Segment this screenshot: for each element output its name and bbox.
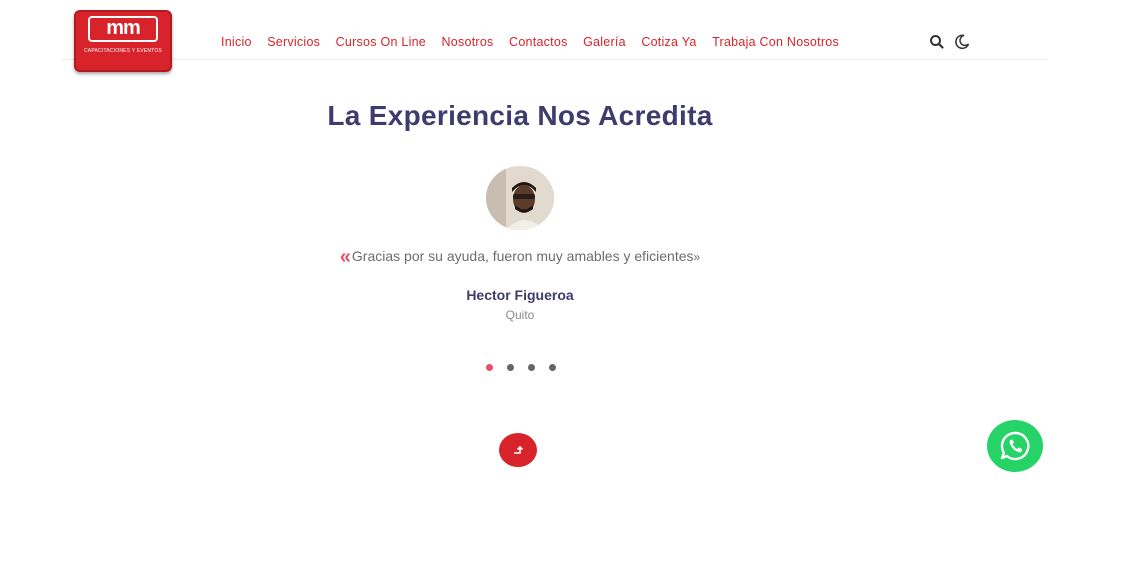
quote-close-icon: » bbox=[693, 250, 701, 264]
nav-item-contactos[interactable]: Contactos bbox=[509, 35, 568, 49]
logo-tagline: CAPACITACIONES Y EVENTOS bbox=[84, 48, 162, 54]
logo-mark: mm bbox=[88, 16, 158, 42]
testimonial-quote: «Gracias por su ayuda, fueron muy amable… bbox=[0, 246, 1040, 269]
nav-item-nosotros[interactable]: Nosotros bbox=[442, 35, 494, 49]
section-title: La Experiencia Nos Acredita bbox=[327, 100, 713, 131]
carousel-dot-4[interactable] bbox=[549, 364, 556, 371]
testimonial-author: Hector Figueroa bbox=[466, 287, 574, 303]
nav-item-servicios[interactable]: Servicios bbox=[267, 35, 320, 49]
main-nav: Inicio Servicios Cursos On Line Nosotros… bbox=[221, 33, 854, 51]
arrow-up-icon bbox=[514, 445, 524, 454]
page: mm CAPACITACIONES Y EVENTOS Inicio Servi… bbox=[0, 0, 1137, 562]
search-icon[interactable] bbox=[928, 33, 946, 51]
nav-item-galeria[interactable]: Galería bbox=[583, 35, 626, 49]
nav-item-trabaja-con-nosotros[interactable]: Trabaja Con Nosotros bbox=[712, 35, 839, 49]
whatsapp-icon bbox=[1000, 431, 1030, 461]
testimonial-location: Quito bbox=[505, 308, 535, 322]
moon-icon[interactable] bbox=[953, 33, 971, 51]
quote-text: Gracias por su ayuda, fueron muy amables… bbox=[351, 248, 694, 264]
logo[interactable]: mm CAPACITACIONES Y EVENTOS bbox=[74, 10, 172, 72]
site-header: mm CAPACITACIONES Y EVENTOS Inicio Servi… bbox=[62, 0, 1048, 72]
carousel-dot-3[interactable] bbox=[528, 364, 535, 371]
back-to-top-button[interactable] bbox=[499, 433, 537, 467]
carousel-dot-1[interactable] bbox=[486, 364, 493, 371]
nav-item-cotiza-ya[interactable]: Cotiza Ya bbox=[641, 35, 696, 49]
whatsapp-button[interactable] bbox=[987, 420, 1043, 472]
testimonial-avatar bbox=[486, 166, 554, 230]
nav-item-cursos-online[interactable]: Cursos On Line bbox=[336, 35, 426, 49]
nav-item-inicio[interactable]: Inicio bbox=[221, 35, 252, 49]
carousel-pagination bbox=[486, 364, 570, 371]
carousel-dot-2[interactable] bbox=[507, 364, 514, 371]
quote-open-icon: « bbox=[339, 246, 351, 268]
